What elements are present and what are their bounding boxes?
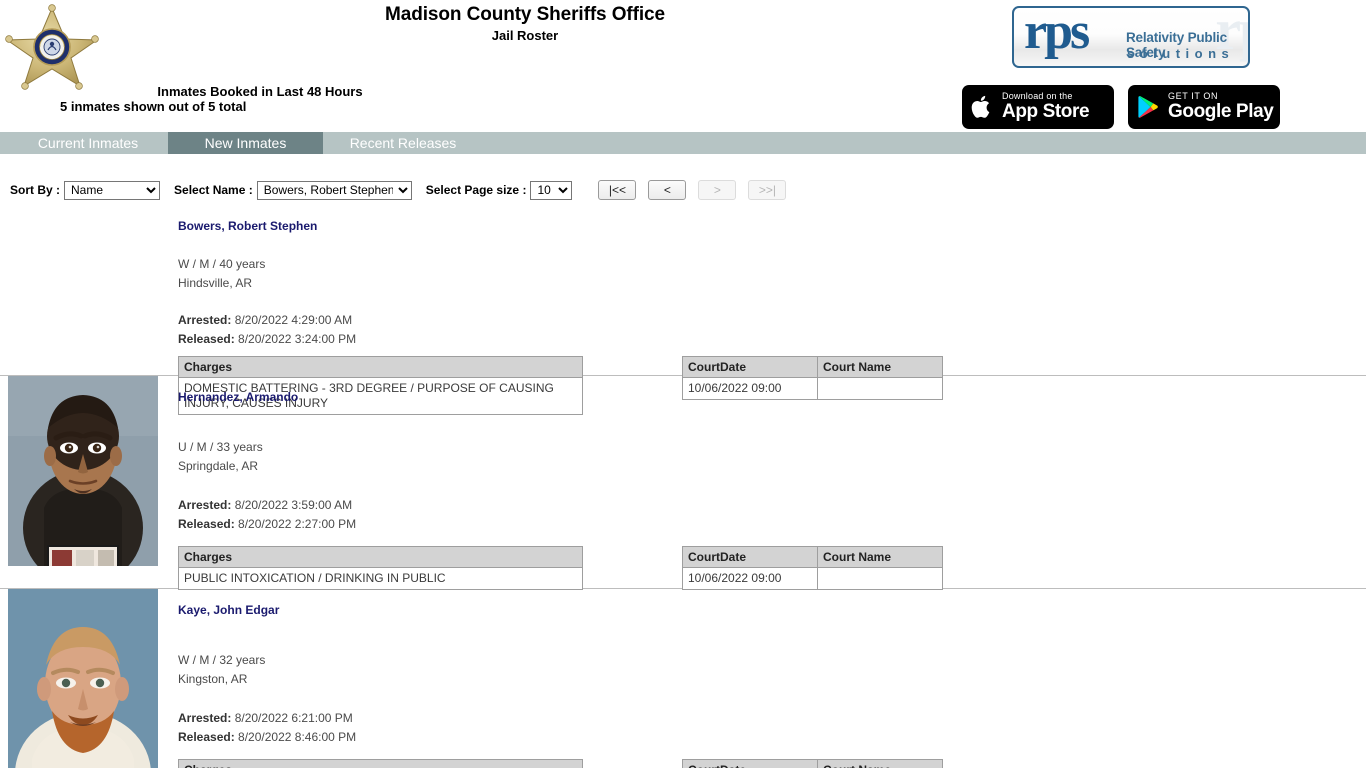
last-page-button[interactable]: >>| [748,180,787,200]
court-date-header: CourtDate [682,546,818,568]
released-label: Released: [178,517,235,531]
inmate-demographics: W / M / 40 years Hindsville, AR [178,255,1366,293]
inmate-count-text: 5 inmates shown out of 5 total [60,99,247,114]
court-date-header: CourtDate [682,759,818,768]
inmate-city: Kingston, AR [178,672,248,686]
released-value: 8/20/2022 2:27:00 PM [238,517,357,531]
arrested-value: 8/20/2022 3:59:00 AM [234,498,353,512]
arrested-label: Arrested: [178,711,232,725]
charge-tables: Charges CourtDate Court Name [178,759,1366,768]
inmate-times: Arrested: 8/20/2022 4:29:00 AM Released:… [178,311,1366,349]
court-name-header: Court Name [817,356,943,378]
court-name-cell [817,567,943,590]
tab-current-inmates[interactable]: Current Inmates [8,132,168,154]
tab-bar-spacer [0,132,8,154]
released-label: Released: [178,332,235,346]
charges-table: Charges [178,759,583,768]
controls-bar: Sort By : Name Select Name : Bowers, Rob… [0,178,1366,202]
title-block: Madison County Sheriffs Office Jail Rost… [0,4,1050,45]
list-item: Hernandez, Armando U / M / 33 years Spri… [0,376,1366,590]
page-header: Madison County Sheriffs Office Jail Rost… [0,0,1366,132]
arrested-label: Arrested: [178,313,232,327]
inmate-name-link[interactable]: Bowers, Robert Stephen [178,219,317,233]
inmate-details: Kaye, John Edgar W / M / 32 years Kingst… [178,589,1366,768]
prev-page-button[interactable]: < [648,180,687,200]
inmate-demographics: W / M / 32 years Kingston, AR [178,651,1366,689]
tab-bar: Current Inmates New Inmates Recent Relea… [0,132,1366,154]
google-play-label: GET IT ON Google Play [1168,91,1274,122]
sort-by-select[interactable]: Name [64,180,161,200]
app-store-label: Download on the App Store [1002,91,1090,122]
inmate-race-sex-age: U / M / 33 years [178,440,263,454]
page-root: Madison County Sheriffs Office Jail Rost… [0,0,1366,768]
arrested-label: Arrested: [178,498,232,512]
charges-header: Charges [178,759,583,768]
inmate-details: Bowers, Robert Stephen W / M / 40 years … [178,205,1366,415]
inmate-city: Hindsville, AR [178,276,253,290]
inmate-race-sex-age: W / M / 40 years [178,257,266,271]
arrested-value: 8/20/2022 6:21:00 PM [234,711,353,725]
select-name-select[interactable]: Bowers, Robert Stephen [256,180,412,200]
google-play-icon [1128,94,1168,120]
booked-heading: Inmates Booked in Last 48 Hours [157,84,363,99]
court-name-header: Court Name [817,759,943,768]
rps-wordmark: rps [1024,6,1090,60]
charge-cell: PUBLIC INTOXICATION / DRINKING IN PUBLIC [178,567,583,590]
rps-logo: rps rps Relativity Public Safety solutio… [1012,6,1250,68]
charges-table: Charges PUBLIC INTOXICATION / DRINKING I… [178,546,583,590]
sort-by-label: Sort By : [10,183,61,197]
page-subtitle: Jail Roster [491,28,559,43]
google-play-big-label: Google Play [1168,100,1274,122]
released-value: 8/20/2022 3:24:00 PM [238,332,357,346]
page-title: Madison County Sheriffs Office [385,4,665,25]
inmate-times: Arrested: 8/20/2022 6:21:00 PM Released:… [178,709,1366,747]
list-item: Kaye, John Edgar W / M / 32 years Kingst… [0,589,1366,768]
inmate-demographics: U / M / 33 years Springdale, AR [178,438,1366,476]
page-size-select[interactable]: 10 [530,180,573,200]
list-item: Bowers, Robert Stephen W / M / 40 years … [0,205,1366,415]
released-label: Released: [178,730,235,744]
tab-recent-releases[interactable]: Recent Releases [323,132,483,154]
inmate-details: Hernandez, Armando U / M / 33 years Spri… [178,376,1366,590]
court-name-header: Court Name [817,546,943,568]
charges-header: Charges [178,546,583,568]
apple-icon [962,94,1002,120]
pagination-group: |<< < > >>| [598,180,787,200]
inmate-name-link[interactable]: Hernandez, Armando [178,390,298,404]
court-table: CourtDate Court Name 10/06/2022 09:00 [682,546,943,590]
inmate-city: Springdale, AR [178,459,259,473]
inmate-list: Bowers, Robert Stephen W / M / 40 years … [0,205,1366,768]
court-date-header: CourtDate [682,356,818,378]
next-page-button[interactable]: > [698,180,737,200]
court-table: CourtDate Court Name [682,759,943,768]
inmate-mugshot[interactable] [8,376,158,566]
page-size-label: Select Page size : [425,183,527,197]
inmate-race-sex-age: W / M / 32 years [178,653,266,667]
court-date-cell: 10/06/2022 09:00 [682,567,818,590]
inmate-times: Arrested: 8/20/2022 3:59:00 AM Released:… [178,496,1366,534]
tab-new-inmates[interactable]: New Inmates [168,132,323,154]
arrested-value: 8/20/2022 4:29:00 AM [234,313,353,327]
first-page-button[interactable]: |<< [598,180,637,200]
app-store-big-label: App Store [1002,100,1090,122]
inmate-mugshot[interactable] [8,589,158,768]
rps-tagline-secondary: solutions [1127,46,1235,61]
released-value: 8/20/2022 8:46:00 PM [238,730,357,744]
app-store-button[interactable]: Download on the App Store [962,85,1114,129]
select-name-label: Select Name : [174,183,253,197]
google-play-button[interactable]: GET IT ON Google Play [1128,85,1280,129]
charges-header: Charges [178,356,583,378]
inmate-name-link[interactable]: Kaye, John Edgar [178,603,279,617]
